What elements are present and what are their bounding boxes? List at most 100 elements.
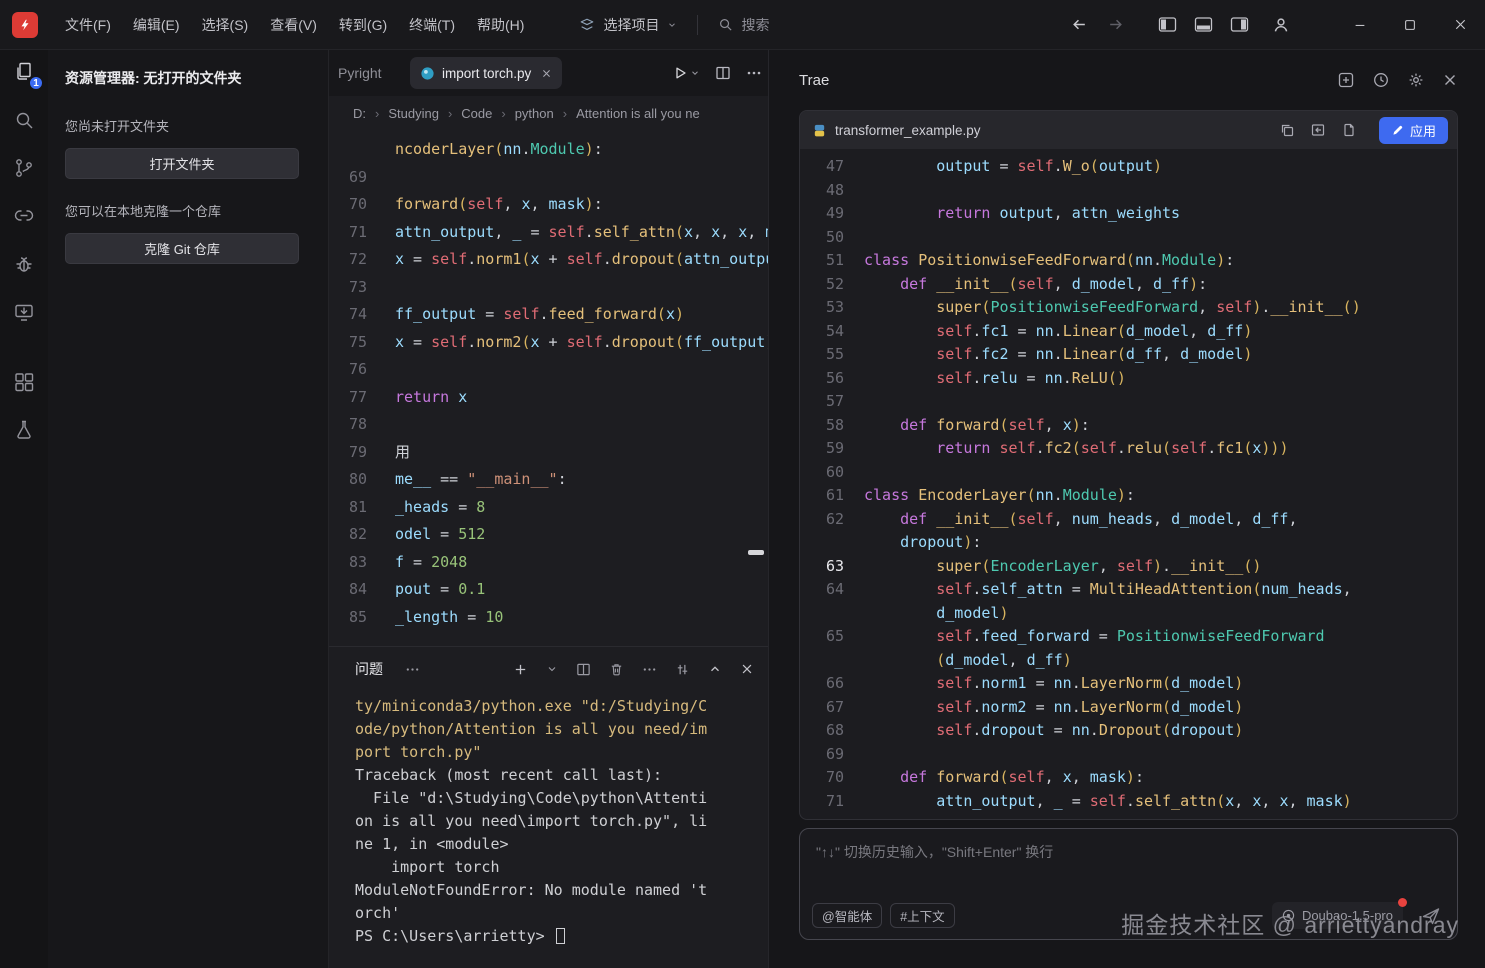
code-line: 73 (329, 274, 768, 302)
search-sidebar-icon[interactable] (12, 108, 36, 132)
code-editor[interactable]: ncoderLayer(nn.Module):6970forward(self,… (329, 130, 768, 646)
explorer-badge: 1 (28, 75, 44, 91)
titlebar-divider (697, 15, 698, 35)
close-chat-icon[interactable] (1442, 72, 1458, 88)
test-flask-icon[interactable] (12, 418, 36, 442)
editor-more-icon[interactable] (746, 65, 762, 81)
panel-tabs-more-icon[interactable] (405, 662, 420, 677)
extensions-grid-icon[interactable] (12, 370, 36, 394)
debug-icon[interactable] (12, 252, 36, 276)
code-line: 70forward(self, x, mask): (329, 191, 768, 219)
breadcrumb-separator: › (448, 106, 452, 121)
remote-explorer-icon[interactable] (12, 300, 36, 324)
code-line: 82odel = 512 (329, 521, 768, 549)
code-line: 47 output = self.W_o(output) (810, 155, 1457, 179)
panel-more-icon[interactable] (642, 662, 657, 677)
breadcrumb-item[interactable]: Attention is all you ne (576, 106, 700, 121)
run-dropdown-icon[interactable] (690, 68, 700, 78)
new-terminal-icon[interactable] (513, 662, 528, 677)
line-number: 77 (329, 384, 367, 412)
chat-title: Trae (799, 72, 829, 89)
tab-close-icon[interactable] (541, 68, 552, 79)
line-number: 83 (329, 549, 367, 577)
code-line: 83f = 2048 (329, 549, 768, 577)
filter-icon[interactable] (675, 662, 690, 677)
source-control-icon[interactable] (12, 156, 36, 180)
code-line: 72x = self.norm1(x + self.dropout(attn_o… (329, 246, 768, 274)
terminal-output[interactable]: ty/miniconda3/python.exe "d:/Studying/Co… (329, 691, 768, 968)
activity-bar: 1 (0, 50, 48, 968)
line-number: 63 (810, 555, 844, 579)
menu-item[interactable]: 终端(T) (398, 15, 466, 35)
menu-item[interactable]: 编辑(E) (122, 15, 191, 35)
code-line: 74ff_output = self.feed_forward(x) (329, 301, 768, 329)
minimize-button[interactable] (1335, 0, 1385, 49)
context-chip[interactable]: #上下文 (890, 903, 954, 928)
clone-repo-button[interactable]: 克隆 Git 仓库 (65, 233, 299, 264)
code-line: ncoderLayer(nn.Module): (329, 136, 768, 164)
open-folder-button[interactable]: 打开文件夹 (65, 148, 299, 179)
back-button[interactable] (1061, 7, 1097, 43)
app-logo-icon[interactable] (12, 12, 38, 38)
account-icon[interactable] (1263, 7, 1299, 43)
code-line: 60 (810, 461, 1457, 485)
close-window-button[interactable] (1435, 0, 1485, 49)
line-number: 76 (329, 356, 367, 384)
menu-item[interactable]: 转到(G) (328, 15, 398, 35)
no-folder-text: 您尚未打开文件夹 (65, 116, 314, 135)
close-panel-icon[interactable] (740, 662, 754, 676)
code-line: 49 return output, attn_weights (810, 202, 1457, 226)
line-number: 69 (329, 164, 367, 192)
agent-chip[interactable]: @智能体 (812, 903, 882, 928)
code-line: 69 (810, 743, 1457, 767)
line-number: 82 (329, 521, 367, 549)
explorer-icon[interactable]: 1 (12, 60, 36, 84)
new-chat-icon[interactable] (1337, 71, 1355, 89)
code-line: 54 self.fc1 = nn.Linear(d_model, d_ff) (810, 320, 1457, 344)
split-editor-icon[interactable] (715, 65, 731, 81)
line-number: 67 (810, 696, 844, 720)
menu-item[interactable]: 查看(V) (259, 15, 328, 35)
apply-button[interactable]: 应用 (1379, 117, 1448, 144)
terminal-line: port torch.py" (355, 741, 768, 764)
partial-tab[interactable]: Pyright (338, 65, 400, 81)
menu-item[interactable]: 帮助(H) (466, 15, 535, 35)
maximize-panel-icon[interactable] (708, 662, 722, 676)
terminal-dropdown-icon[interactable] (546, 663, 558, 675)
new-file-icon[interactable] (1341, 122, 1357, 138)
split-panel-icon[interactable] (576, 662, 591, 677)
breadcrumb-item[interactable]: Code (461, 106, 492, 121)
problems-tab[interactable]: 问题 (355, 659, 383, 679)
toggle-left-sidebar-icon[interactable] (1149, 7, 1185, 43)
code-line: 57 (810, 390, 1457, 414)
global-search[interactable]: 搜索 (718, 15, 769, 35)
menu-item[interactable]: 选择(S) (191, 15, 260, 35)
breadcrumb-item[interactable]: D: (353, 106, 366, 121)
run-button[interactable] (672, 65, 700, 81)
link-icon[interactable] (12, 204, 36, 228)
maximize-button[interactable] (1385, 0, 1435, 49)
line-number: 78 (329, 411, 367, 439)
menu-item[interactable]: 文件(F) (54, 15, 122, 35)
toggle-right-sidebar-icon[interactable] (1221, 7, 1257, 43)
tab-import-torch[interactable]: import torch.py (410, 57, 562, 89)
trash-icon[interactable] (609, 662, 624, 677)
code-line: 65 self.feed_forward = PositionwiseFeedF… (810, 625, 1457, 649)
settings-gear-icon[interactable] (1407, 71, 1425, 89)
project-selector-label: 选择项目 (603, 15, 659, 35)
code-line: 76 (329, 356, 768, 384)
insert-code-icon[interactable] (1310, 122, 1326, 138)
sidebar-title: 资源管理器: 无打开的文件夹 (65, 68, 314, 88)
suggested-code[interactable]: 47 output = self.W_o(output)4849 return … (800, 149, 1457, 820)
editor-scrollbar-thumb[interactable] (748, 550, 764, 555)
project-selector[interactable]: 选择项目 (579, 15, 677, 35)
history-icon[interactable] (1372, 71, 1390, 89)
forward-button[interactable] (1097, 7, 1133, 43)
copy-icon[interactable] (1279, 122, 1295, 138)
breadcrumb-item[interactable]: python (515, 106, 554, 121)
line-number: 70 (810, 766, 844, 790)
breadcrumb-item[interactable]: Studying (388, 106, 439, 121)
code-line: 59 return self.fc2(self.relu(self.fc1(x)… (810, 437, 1457, 461)
code-line: 66 self.norm1 = nn.LayerNorm(d_model) (810, 672, 1457, 696)
toggle-bottom-panel-icon[interactable] (1185, 7, 1221, 43)
